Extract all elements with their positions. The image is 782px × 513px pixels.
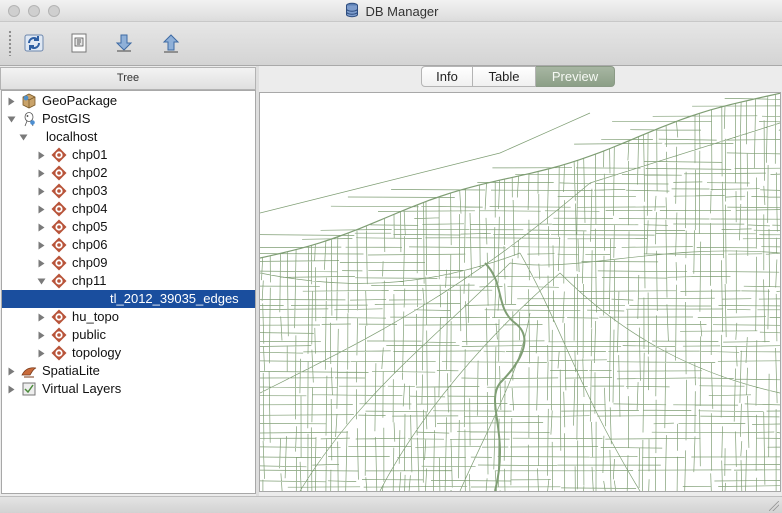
schema-icon [51,309,67,325]
export-icon [162,34,180,53]
collapsed-arrow-icon[interactable] [36,218,46,236]
schema-icon [51,201,67,217]
tree-item[interactable]: SpatiaLite [2,362,255,380]
expanded-arrow-icon[interactable] [36,272,46,290]
tree-item-label: chp01 [72,147,108,162]
db-manager-app-icon [344,2,360,21]
tree-item[interactable]: chp09 [2,254,255,272]
collapsed-arrow-icon[interactable] [36,200,46,218]
collapsed-arrow-icon[interactable] [6,92,16,110]
postgis-icon [21,111,37,127]
road-network-map [260,93,780,491]
collapsed-arrow-icon[interactable] [6,362,16,380]
tree-item-label: chp03 [72,183,108,198]
collapsed-arrow-icon[interactable] [36,344,46,362]
toolbar-grip[interactable] [8,30,12,56]
window-resize-grip[interactable] [769,501,779,511]
schema-icon [51,183,67,199]
tree-item[interactable]: Virtual Layers [2,380,255,398]
collapsed-arrow-icon[interactable] [36,164,46,182]
tree-item[interactable]: chp03 [2,182,255,200]
refresh-icon [24,34,44,52]
tree-item-label: tl_2012_39035_edges [110,291,239,306]
virtual-layers-icon [21,381,37,397]
collapsed-arrow-icon[interactable] [36,182,46,200]
schema-icon [51,237,67,253]
sql-window-button[interactable] [64,28,94,58]
expanded-arrow-icon[interactable] [6,110,16,128]
import-layer-button[interactable] [109,28,139,58]
tree-item[interactable]: localhost [2,128,255,146]
status-bar [0,496,782,513]
tree-panel-header: Tree [0,67,256,90]
window-title: DB Manager [365,3,439,19]
tree-item[interactable]: chp06 [2,236,255,254]
schema-icon [51,147,67,163]
schema-icon [51,327,67,343]
schema-icon [51,219,67,235]
schema-icon [51,165,67,181]
collapsed-arrow-icon[interactable] [36,236,46,254]
tab-table[interactable]: Table [473,66,536,87]
tree-item[interactable]: hu_topo [2,308,255,326]
tree-item-label: chp02 [72,165,108,180]
tab-bar: Info Table Preview [421,66,615,87]
tab-preview[interactable]: Preview [536,66,615,87]
tree-item[interactable]: chp05 [2,218,255,236]
tree-item-label: chp04 [72,201,108,216]
road-lines [260,93,780,491]
tree-item[interactable]: chp02 [2,164,255,182]
schema-icon [51,345,67,361]
export-layer-button[interactable] [156,28,186,58]
geopackage-icon [21,93,37,109]
tree-item-label: chp09 [72,255,108,270]
tree-item[interactable]: chp04 [2,200,255,218]
tree-item-label: SpatiaLite [42,363,100,378]
tree-item-label: GeoPackage [42,93,118,108]
collapsed-arrow-icon[interactable] [6,380,16,398]
tree-item-label: public [72,327,106,342]
tree-item[interactable]: chp01 [2,146,255,164]
tree-item-label: hu_topo [72,309,119,324]
tree-item[interactable]: PostGIS [2,110,255,128]
tree-item-label: chp05 [72,219,108,234]
tree-item-label: chp11 [72,273,107,288]
tree-item-label: PostGIS [42,111,91,126]
schema-icon [51,255,67,271]
tree-item[interactable]: tl_2012_39035_edges [2,290,255,308]
sql-window-icon [71,33,87,53]
title-bar: DB Manager [0,0,782,22]
tree-item-label: Virtual Layers [42,381,122,396]
map-preview[interactable] [259,92,781,492]
tree-item[interactable]: topology [2,344,255,362]
tree-item-label: chp06 [72,237,108,252]
collapsed-arrow-icon[interactable] [36,146,46,164]
tree-item[interactable]: GeoPackage [2,92,255,110]
street-segments [260,94,780,491]
spatialite-icon [21,363,37,379]
tree-item-label: topology [72,345,122,360]
toolbar [0,22,782,66]
tree-view[interactable]: GeoPackage PostGIS localhost chp01 chp02 chp0… [1,90,256,494]
collapsed-arrow-icon[interactable] [36,254,46,272]
expanded-arrow-icon[interactable] [18,128,28,146]
tree-item[interactable]: chp11 [2,272,255,290]
import-icon [115,34,133,52]
collapsed-arrow-icon[interactable] [36,308,46,326]
refresh-button[interactable] [19,28,49,58]
tab-info[interactable]: Info [421,66,473,87]
tree-item-label: localhost [46,129,98,144]
tree-item[interactable]: public [2,326,255,344]
schema-icon [51,273,67,289]
collapsed-arrow-icon[interactable] [36,326,46,344]
